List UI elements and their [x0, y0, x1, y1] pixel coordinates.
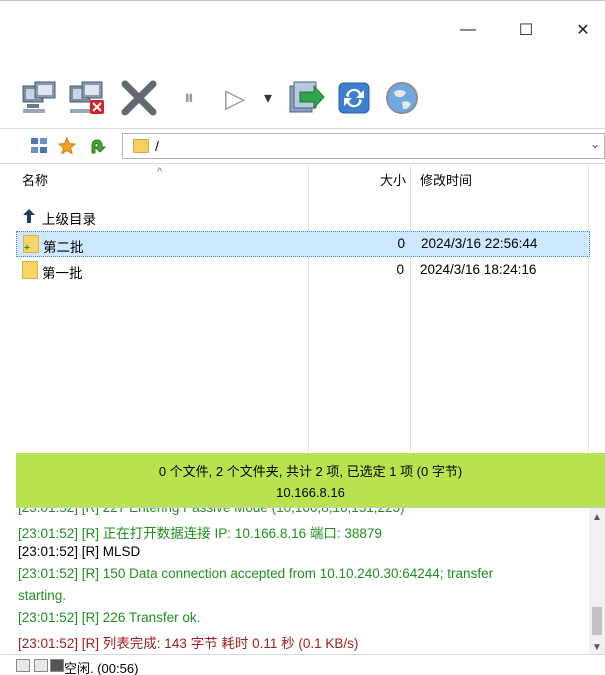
column-header-name[interactable]: 名称 — [22, 164, 308, 194]
close-button[interactable]: ✕ — [563, 15, 603, 45]
maximize-button[interactable]: ☐ — [506, 15, 546, 45]
download-icon — [34, 659, 48, 672]
log-line: [23:01:52] [R] 正在打开数据连接 IP: 10.166.8.16 … — [18, 526, 382, 541]
lock-icon — [16, 659, 30, 672]
refresh-button[interactable] — [334, 78, 374, 118]
file-size: 0 — [396, 262, 404, 277]
scrollbar-thumb[interactable] — [592, 607, 602, 635]
column-header-size[interactable]: 大小 — [310, 164, 406, 194]
file-row[interactable]: 第一批 0 2024/3/16 18:24:16 — [16, 258, 590, 284]
file-modified: 2024/3/16 18:24:16 — [420, 262, 537, 277]
sort-ascending-icon: ^ — [157, 166, 163, 178]
pause-icon: ⏸ — [184, 86, 194, 109]
cancel-icon — [121, 80, 157, 116]
close-icon: ✕ — [576, 22, 590, 39]
globe-button[interactable] — [382, 78, 422, 118]
parent-up-icon — [23, 209, 35, 223]
chevron-down-icon[interactable]: ⌄ — [590, 137, 600, 151]
log-line: [23:01:52] [R] 列表完成: 143 字节 耗时 0.11 秒 (0… — [18, 636, 359, 651]
file-size: 0 — [397, 236, 405, 251]
file-list: 名称 ^ 大小 修改时间 上级目录 + 第二批 0 2024/3/16 22:5… — [0, 163, 605, 454]
path-input[interactable]: / ⌄ — [122, 133, 605, 159]
disconnect-icon — [69, 81, 104, 114]
parent-dir-label: 上级目录 — [42, 212, 96, 227]
maximize-icon: ☐ — [518, 22, 534, 39]
column-header-modified-label: 修改时间 — [420, 172, 473, 188]
connect-button[interactable] — [20, 78, 60, 118]
selection-summary: 0 个文件, 2 个文件夹, 共计 2 项, 已选定 1 项 (0 字节) — [158, 464, 463, 479]
log-line: [23:01:52] [R] 226 Transfer ok. — [18, 610, 201, 625]
title-bar: — ☐ ✕ — [0, 0, 605, 70]
file-name: 第一批 — [42, 266, 83, 281]
parent-dir-button[interactable] — [88, 137, 107, 155]
cancel-button[interactable] — [116, 78, 162, 118]
transfer-icon — [289, 81, 325, 113]
log-panel[interactable]: [23:01:52] [R] 227 Entering Passive Mode… — [16, 507, 605, 654]
pause-button[interactable]: ⏸ — [172, 78, 206, 118]
file-row[interactable]: + 第二批 0 2024/3/16 22:56:44 — [16, 231, 590, 257]
favorites-button[interactable] — [57, 136, 77, 155]
log-line: [23:01:52] [R] 227 Entering Passive Mode… — [18, 507, 405, 515]
disconnect-button[interactable] — [66, 78, 110, 118]
globe-icon — [386, 82, 418, 114]
minimize-button[interactable]: — — [448, 15, 488, 45]
connect-icon — [22, 81, 56, 113]
folder-icon — [22, 261, 38, 279]
log-line: [23:01:52] [R] MLSD — [18, 544, 141, 559]
scroll-down-icon[interactable]: ▼ — [592, 642, 602, 653]
refresh-icon — [338, 82, 370, 114]
server-icon — [50, 659, 64, 672]
file-modified: 2024/3/16 22:56:44 — [421, 236, 538, 251]
tree-view-button[interactable] — [30, 137, 48, 155]
bottom-status-bar: 空闲. (00:56) — [0, 654, 605, 675]
up-arrow-icon — [91, 139, 107, 154]
column-header-modified[interactable]: 修改时间 — [420, 164, 585, 194]
toolbar: ⏸ ▷ ▾ — [0, 70, 605, 126]
folder-icon — [133, 139, 149, 153]
column-header-name-label: 名称 — [22, 172, 49, 188]
play-icon: ▷ — [225, 82, 245, 113]
parent-dir-row[interactable]: 上级目录 — [16, 204, 590, 230]
column-header-size-label: 大小 — [379, 172, 406, 188]
dropdown-arrow-icon: ▾ — [263, 90, 273, 107]
new-folder-badge-icon: + — [24, 243, 30, 254]
star-icon — [57, 136, 77, 155]
server-ip: 10.166.8.16 — [276, 485, 345, 500]
path-bar: / ⌄ — [0, 128, 605, 162]
log-line: [23:01:52] [R] 150 Data connection accep… — [18, 566, 494, 581]
log-scrollbar[interactable]: ▲ ▼ — [589, 508, 605, 654]
play-dropdown-button[interactable]: ▾ — [258, 78, 278, 118]
log-line: starting. — [18, 588, 67, 603]
idle-status: 空闲. (00:56) — [64, 661, 139, 675]
path-value: / — [155, 138, 159, 154]
transfer-button[interactable] — [284, 78, 328, 118]
tree-view-icon — [31, 138, 47, 153]
scroll-up-icon[interactable]: ▲ — [592, 512, 602, 523]
minimize-icon: — — [460, 21, 476, 38]
status-summary: 0 个文件, 2 个文件夹, 共计 2 项, 已选定 1 项 (0 字节) 10… — [16, 453, 605, 507]
file-name: 第二批 — [43, 240, 84, 255]
play-button[interactable]: ▷ — [218, 78, 252, 118]
